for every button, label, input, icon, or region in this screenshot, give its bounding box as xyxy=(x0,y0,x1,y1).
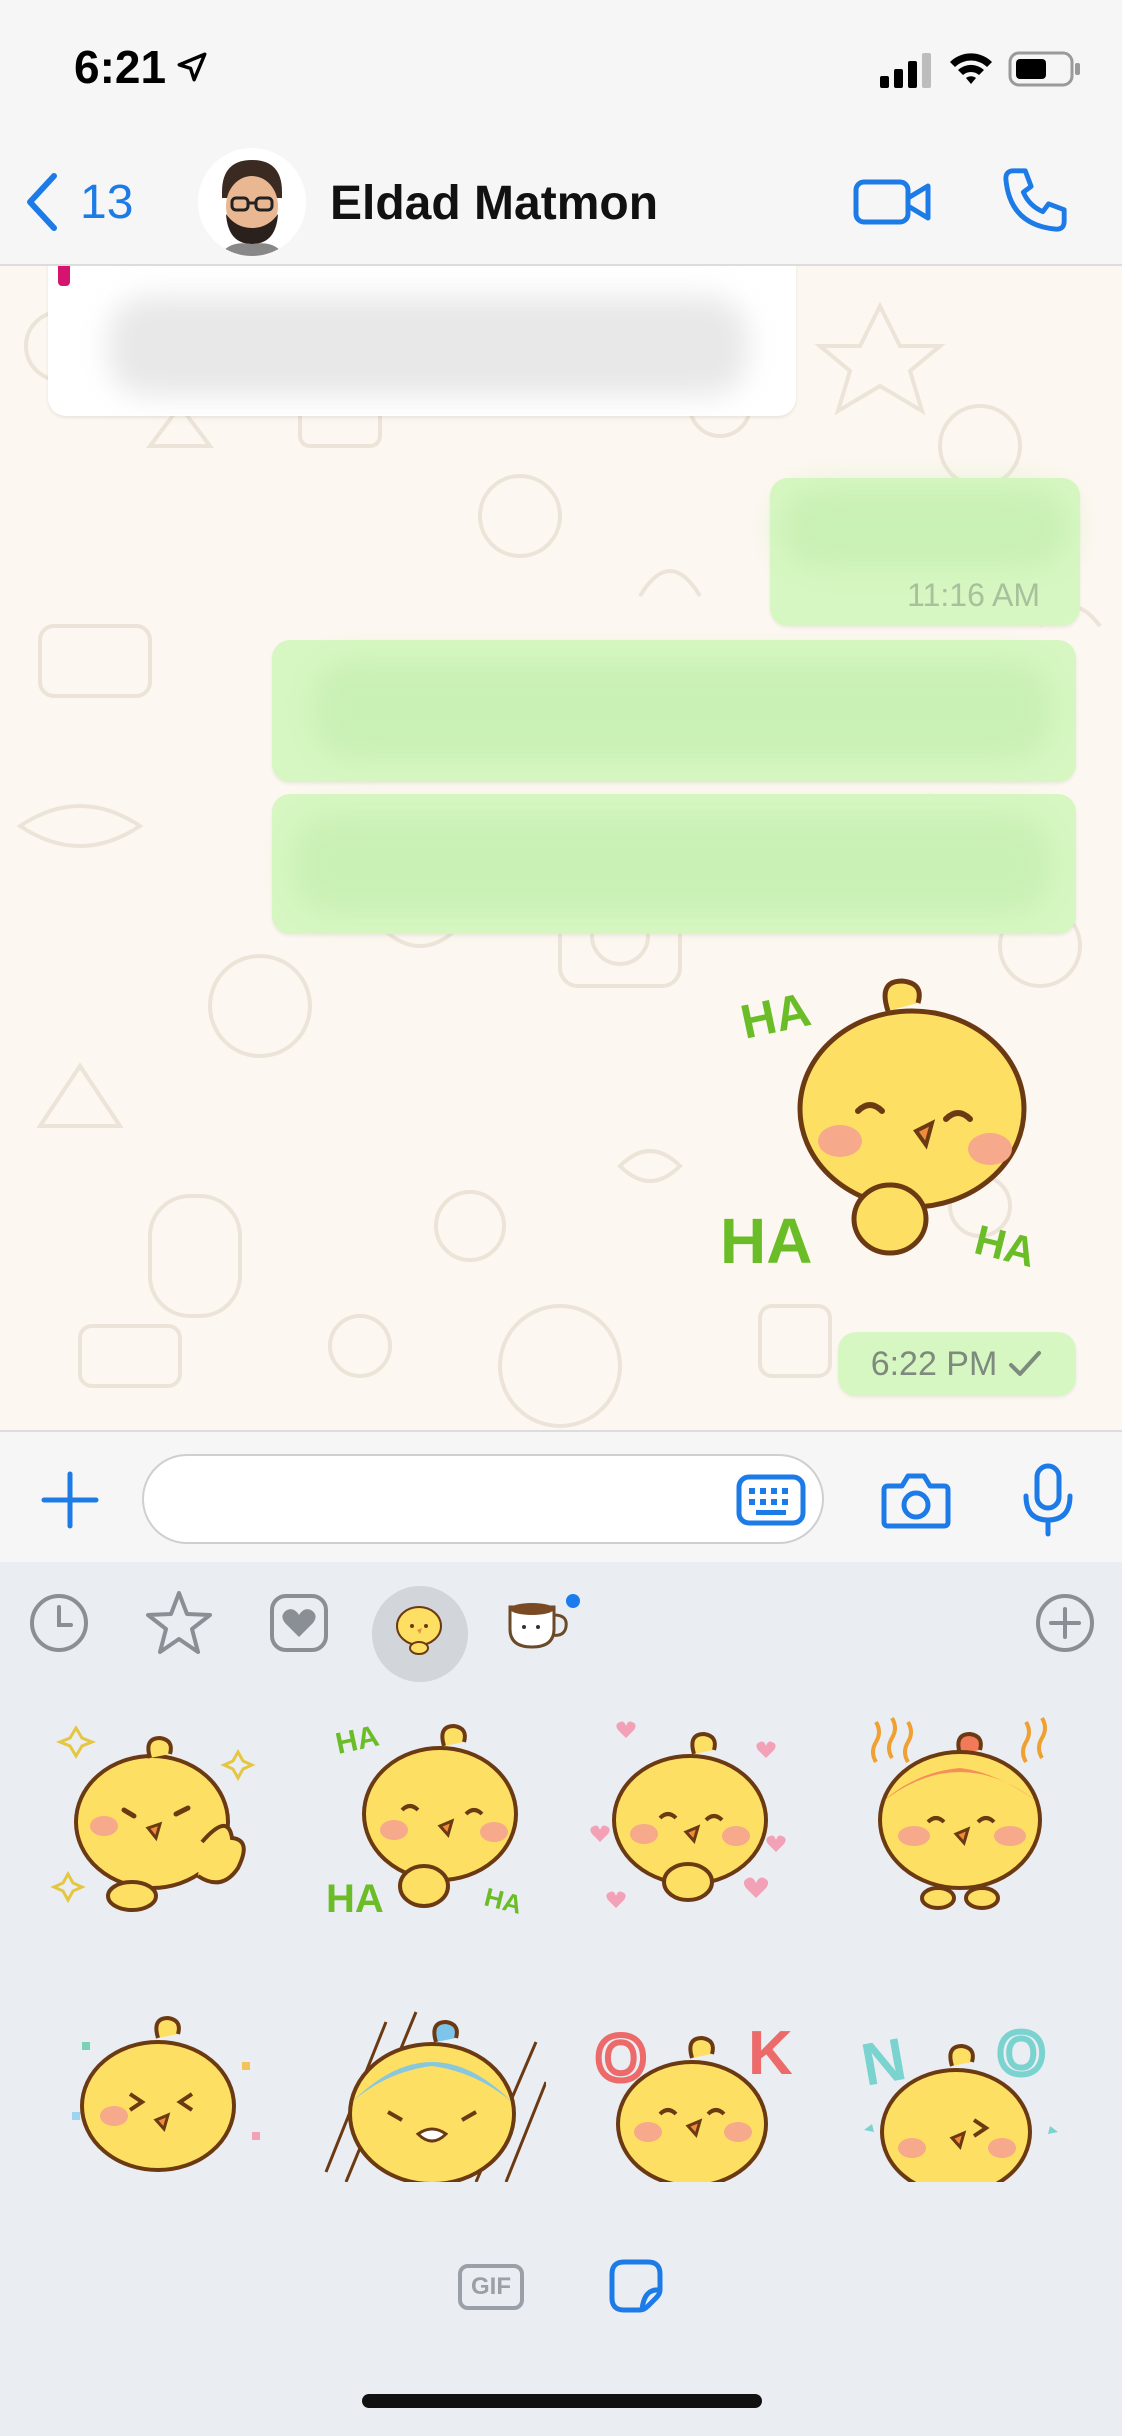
grid-text-o2: O xyxy=(998,2020,1045,2087)
outgoing-message-bubble[interactable]: 11:16 AM xyxy=(770,478,1080,626)
outgoing-message-bubble[interactable] xyxy=(272,794,1076,934)
message-input[interactable] xyxy=(142,1454,824,1544)
contact-name[interactable]: Eldad Matmon xyxy=(330,176,658,231)
sticker-grid: HA HA HA O K N O xyxy=(0,1702,1122,2222)
sticker-ok[interactable]: O K xyxy=(576,2002,816,2182)
chick-pack-icon xyxy=(396,1606,442,1655)
sticker-pack-tray xyxy=(0,1572,1122,1682)
cellular-signal-icon xyxy=(880,53,931,88)
status-time: 6:21 xyxy=(74,41,167,93)
sticker-text-ha-top: HA xyxy=(736,983,815,1049)
coffee-sticker-pack[interactable] xyxy=(504,1588,574,1658)
video-call-icon[interactable] xyxy=(852,170,932,234)
chat-header: 13 Eldad Matmon xyxy=(0,140,1122,266)
quote-accent-bar xyxy=(58,266,70,286)
grid-text-ha-left: HA xyxy=(326,1877,384,1921)
sticker-time: 6:22 PM xyxy=(870,1344,998,1383)
blurred-content xyxy=(292,814,1052,914)
recent-clock-icon xyxy=(30,1594,88,1652)
heart-box-icon xyxy=(270,1594,328,1652)
blurred-content xyxy=(108,296,748,396)
tray-recent[interactable] xyxy=(24,1588,94,1658)
panel-tabs: GIF xyxy=(0,2242,1122,2392)
back-chevron-icon xyxy=(27,173,57,231)
back-button[interactable]: 13 xyxy=(24,170,133,234)
sticker-hearts[interactable] xyxy=(576,1702,816,1932)
grid-text-k: K xyxy=(748,2019,793,2088)
new-pack-dot xyxy=(566,1594,580,1608)
sticker-text-ha-right: HA xyxy=(970,1216,1040,1276)
blurred-content xyxy=(780,488,1070,568)
avatar-illustration xyxy=(198,148,306,256)
sticker-thumbs-up[interactable] xyxy=(42,1702,282,1932)
sticker-laughing-ha[interactable]: HA HA HA xyxy=(306,1702,546,1932)
add-pack-icon xyxy=(1036,1594,1094,1652)
chick-sticker-pack[interactable] xyxy=(384,1588,454,1658)
sticker-hot-angry[interactable] xyxy=(846,1702,1086,1932)
status-bar: 6:21 xyxy=(0,0,1122,140)
sticker-gloomy[interactable] xyxy=(306,2002,546,2182)
camera-icon[interactable] xyxy=(880,1468,952,1532)
sticker-dancing[interactable] xyxy=(42,2002,282,2182)
battery-icon xyxy=(1008,51,1080,87)
grid-text-ha-right: HA xyxy=(481,1882,525,1920)
tray-heart-pack[interactable] xyxy=(264,1588,334,1658)
outgoing-message-bubble[interactable] xyxy=(272,640,1076,782)
sticker-panel: HA HA HA O K N O GIF xyxy=(0,1562,1122,2436)
gif-tab[interactable]: GIF xyxy=(458,2264,524,2310)
tray-add-pack[interactable] xyxy=(1030,1588,1100,1658)
grid-text-ha-top: HA xyxy=(333,1720,382,1761)
attach-plus-icon[interactable] xyxy=(38,1468,102,1532)
keyboard-icon[interactable] xyxy=(736,1474,806,1526)
sticker-no[interactable]: N O xyxy=(846,2002,1086,2182)
single-check-icon xyxy=(1009,1351,1042,1376)
sticker-message[interactable]: HA HA HA xyxy=(720,971,1060,1281)
unread-count: 13 xyxy=(80,175,134,229)
sticker-time-badge: 6:22 PM xyxy=(838,1332,1076,1396)
favorites-star-icon xyxy=(146,1591,212,1654)
location-arrow-icon xyxy=(177,52,207,82)
microphone-icon[interactable] xyxy=(1020,1462,1076,1538)
whatsapp-chat-screen: 6:21 13 Eldad Matmon 11:16 AM HA HA HA 6… xyxy=(0,0,1122,2436)
avatar[interactable] xyxy=(198,148,306,256)
coffee-cup-icon xyxy=(508,1603,568,1649)
chat-area[interactable]: 11:16 AM HA HA HA 6:22 PM xyxy=(0,266,1122,1430)
incoming-message-bubble[interactable] xyxy=(48,266,796,416)
sticker-tab-icon[interactable] xyxy=(604,2254,668,2318)
home-indicator[interactable] xyxy=(362,2394,762,2408)
message-input-bar xyxy=(0,1430,1122,1562)
phone-call-icon[interactable] xyxy=(1000,164,1070,236)
sticker-text-ha-left: HA xyxy=(720,1205,812,1277)
blurred-content xyxy=(312,660,1052,760)
message-time: 11:16 AM xyxy=(907,577,1040,613)
wifi-icon xyxy=(950,53,992,84)
tray-favorites[interactable] xyxy=(144,1588,214,1658)
